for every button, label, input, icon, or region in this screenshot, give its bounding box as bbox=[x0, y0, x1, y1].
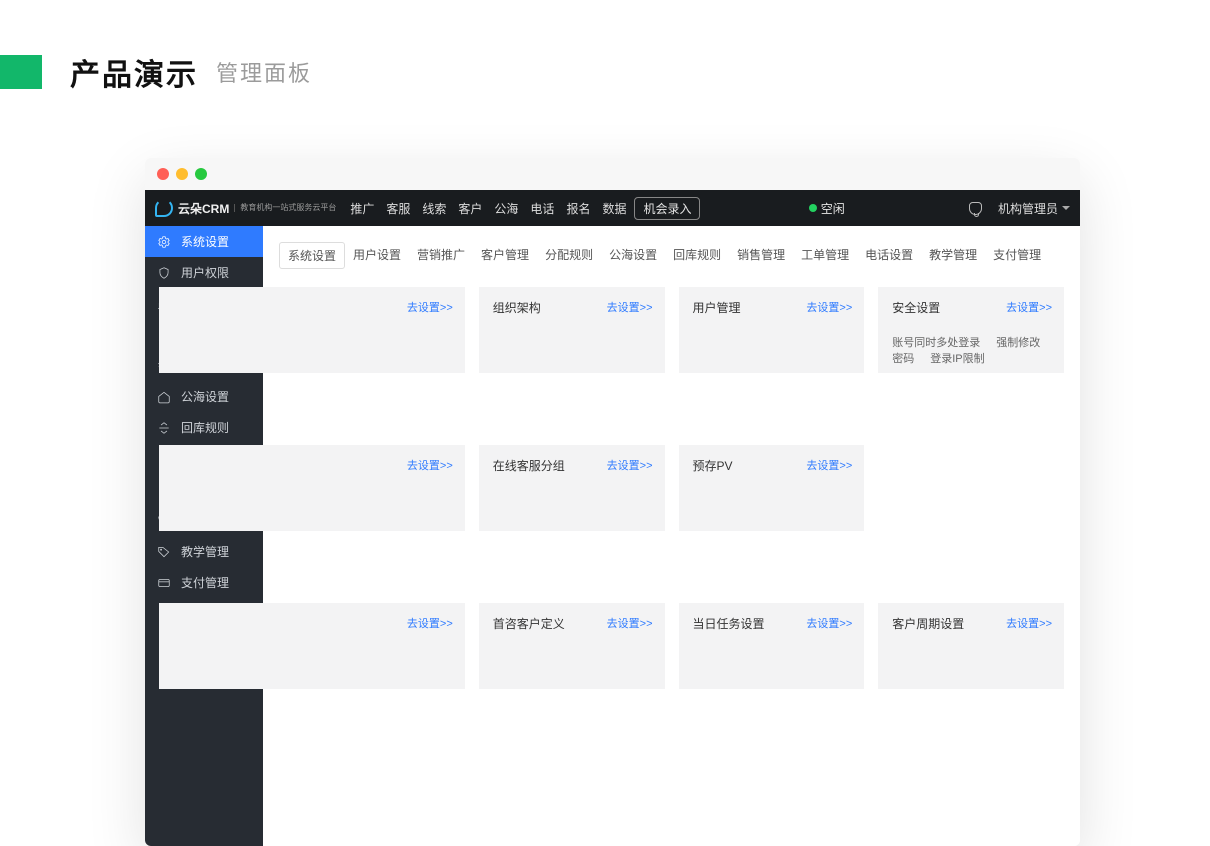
status-indicator-icon bbox=[809, 204, 817, 212]
go-settings-link[interactable]: 去设置>> bbox=[607, 615, 653, 631]
go-settings-link[interactable]: 去设置>> bbox=[607, 299, 653, 315]
go-settings-link[interactable]: 去设置>> bbox=[607, 457, 653, 473]
content-area: 系统设置用户设置营销推广客户管理分配规则公海设置回库规则销售管理工单管理电话设置… bbox=[263, 226, 1080, 846]
user-label: 机构管理员 bbox=[998, 200, 1058, 217]
sidebar-item-0[interactable]: 系统设置 bbox=[145, 226, 263, 257]
card-row-0: 去设置>>组织架构去设置>>用户管理去设置>>安全设置去设置>>账号同时多处登录… bbox=[263, 277, 1080, 373]
recycle-icon bbox=[157, 421, 171, 435]
topnav-item-7[interactable]: 数据 bbox=[602, 200, 626, 217]
card: 在线客服分组去设置>> bbox=[479, 445, 665, 531]
brand-tagline: 教育机构一站式服务云平台 bbox=[234, 204, 336, 212]
minimize-icon[interactable] bbox=[176, 168, 188, 180]
sidebar-item-6[interactable]: 回库规则 bbox=[145, 412, 263, 443]
tag-icon bbox=[157, 545, 171, 559]
sidebar-item-label: 公海设置 bbox=[181, 388, 229, 405]
user-menu[interactable]: 机构管理员 bbox=[998, 200, 1070, 217]
card-subitems: 账号同时多处登录强制修改密码登录IP限制 bbox=[892, 334, 1050, 366]
tab-4[interactable]: 分配规则 bbox=[537, 242, 601, 269]
sidebar-item-label: 回库规则 bbox=[181, 419, 229, 436]
topnav-item-6[interactable]: 报名 bbox=[566, 200, 590, 217]
window-titlebar bbox=[145, 158, 1080, 190]
card: 用户管理去设置>> bbox=[679, 287, 865, 373]
tab-8[interactable]: 工单管理 bbox=[793, 242, 857, 269]
card-row-2: 去设置>>首咨客户定义去设置>>当日任务设置去设置>>客户周期设置去设置>> bbox=[263, 593, 1080, 689]
app-topbar: 云朵CRM 教育机构一站式服务云平台 推广客服线索客户公海电话报名数据 机会录入… bbox=[145, 190, 1080, 226]
sidebar-item-label: 用户权限 bbox=[181, 264, 229, 281]
bell-icon[interactable] bbox=[969, 202, 982, 215]
tab-11[interactable]: 支付管理 bbox=[985, 242, 1049, 269]
tab-2[interactable]: 营销推广 bbox=[409, 242, 473, 269]
topnav-item-1[interactable]: 客服 bbox=[386, 200, 410, 217]
go-settings-link[interactable]: 去设置>> bbox=[407, 457, 453, 473]
tab-9[interactable]: 电话设置 bbox=[857, 242, 921, 269]
tab-7[interactable]: 销售管理 bbox=[729, 242, 793, 269]
card: 组织架构去设置>> bbox=[479, 287, 665, 373]
chevron-down-icon bbox=[1062, 206, 1070, 210]
card: 首咨客户定义去设置>> bbox=[479, 603, 665, 689]
page-title: 产品演示 bbox=[70, 50, 198, 94]
go-settings-link[interactable]: 去设置>> bbox=[407, 299, 453, 315]
home-icon bbox=[157, 390, 171, 404]
go-settings-link[interactable]: 去设置>> bbox=[1006, 299, 1052, 315]
topnav-item-2[interactable]: 线索 bbox=[422, 200, 446, 217]
go-settings-link[interactable]: 去设置>> bbox=[1006, 615, 1052, 631]
tabs-bar: 系统设置用户设置营销推广客户管理分配规则公海设置回库规则销售管理工单管理电话设置… bbox=[263, 226, 1080, 277]
sidebar-item-11[interactable]: 支付管理 bbox=[145, 567, 263, 598]
tab-3[interactable]: 客户管理 bbox=[473, 242, 537, 269]
cloud-icon bbox=[155, 199, 173, 217]
maximize-icon[interactable] bbox=[195, 168, 207, 180]
sidebar-item-1[interactable]: 用户权限 bbox=[145, 257, 263, 288]
card: 客户周期设置去设置>> bbox=[878, 603, 1064, 689]
card: 预存PV去设置>> bbox=[679, 445, 865, 531]
card: 安全设置去设置>>账号同时多处登录强制修改密码登录IP限制 bbox=[878, 287, 1064, 373]
tab-1[interactable]: 用户设置 bbox=[345, 242, 409, 269]
card: 去设置>> bbox=[159, 287, 465, 373]
go-settings-link[interactable]: 去设置>> bbox=[806, 615, 852, 631]
card: 去设置>> bbox=[159, 603, 465, 689]
topnav-item-5[interactable]: 电话 bbox=[530, 200, 554, 217]
tab-0[interactable]: 系统设置 bbox=[279, 242, 345, 269]
tab-10[interactable]: 教学管理 bbox=[921, 242, 985, 269]
sidebar-item-label: 教学管理 bbox=[181, 543, 229, 560]
go-settings-link[interactable]: 去设置>> bbox=[407, 615, 453, 631]
go-settings-link[interactable]: 去设置>> bbox=[806, 457, 852, 473]
sidebar-item-10[interactable]: 教学管理 bbox=[145, 536, 263, 567]
card: 去设置>> bbox=[159, 445, 465, 531]
top-nav: 推广客服线索客户公海电话报名数据 bbox=[350, 200, 626, 217]
tab-5[interactable]: 公海设置 bbox=[601, 242, 665, 269]
opportunity-entry-button[interactable]: 机会录入 bbox=[634, 197, 700, 220]
accent-bar bbox=[0, 55, 42, 89]
card-icon bbox=[157, 576, 171, 590]
sidebar-item-5[interactable]: 公海设置 bbox=[145, 381, 263, 412]
card: 当日任务设置去设置>> bbox=[679, 603, 865, 689]
topnav-item-0[interactable]: 推广 bbox=[350, 200, 374, 217]
app-window: 云朵CRM 教育机构一站式服务云平台 推广客服线索客户公海电话报名数据 机会录入… bbox=[145, 158, 1080, 846]
sidebar-item-label: 系统设置 bbox=[181, 233, 229, 250]
brand-name: 云朵CRM bbox=[178, 200, 229, 217]
settings-icon bbox=[157, 235, 171, 249]
card-row-1: 去设置>>在线客服分组去设置>>预存PV去设置>> bbox=[263, 435, 1080, 531]
tab-6[interactable]: 回库规则 bbox=[665, 242, 729, 269]
topnav-item-4[interactable]: 公海 bbox=[494, 200, 518, 217]
shield-icon bbox=[157, 266, 171, 280]
go-settings-link[interactable]: 去设置>> bbox=[806, 299, 852, 315]
brand-logo[interactable]: 云朵CRM 教育机构一站式服务云平台 bbox=[155, 199, 336, 217]
page-subtitle: 管理面板 bbox=[216, 56, 312, 88]
topnav-item-3[interactable]: 客户 bbox=[458, 200, 482, 217]
sidebar-item-label: 支付管理 bbox=[181, 574, 229, 591]
status-text: 空闲 bbox=[821, 200, 845, 217]
close-icon[interactable] bbox=[157, 168, 169, 180]
